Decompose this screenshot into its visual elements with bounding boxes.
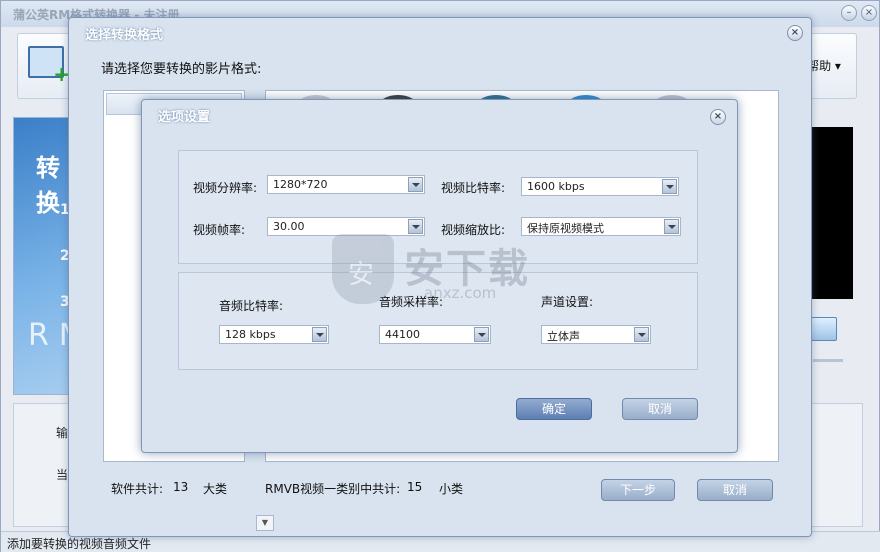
open-folder-icon[interactable]: [811, 317, 837, 341]
close-app-button[interactable]: ×: [861, 5, 877, 21]
chevron-down-icon[interactable]: [312, 327, 327, 342]
category-total-label: RMVB视频一类别中共计:: [265, 482, 401, 496]
software-total-label: 软件共计:: [111, 482, 164, 496]
options-dialog-close-button[interactable]: ×: [710, 109, 726, 125]
chevron-down-icon[interactable]: [474, 327, 489, 342]
chevron-down-icon[interactable]: [408, 177, 423, 192]
watermark: 安下载 anxz.com: [332, 234, 544, 304]
options-dialog-title: 选项设置: [158, 110, 211, 125]
audio-samplerate-select[interactable]: 44100: [379, 325, 491, 344]
video-framerate-value: 30.00: [273, 220, 305, 233]
chevron-down-icon[interactable]: [662, 179, 677, 194]
format-prompt: 请选择您要转换的影片格式:: [101, 62, 262, 77]
chevron-down-icon[interactable]: [408, 219, 423, 234]
video-resolution-label: 视频分辨率:: [193, 181, 258, 195]
video-bitrate-label: 视频比特率:: [441, 181, 506, 195]
audio-channel-select[interactable]: 立体声: [541, 325, 651, 344]
status-text: 添加要转换的视频音频文件: [7, 537, 152, 551]
software-total-count: 13: [173, 480, 189, 494]
chevron-down-icon[interactable]: [634, 327, 649, 342]
format-cancel-button[interactable]: 取消: [697, 479, 773, 501]
minimize-button[interactable]: –: [841, 5, 857, 21]
video-scale-select[interactable]: 保持原视频模式: [521, 217, 681, 236]
audio-bitrate-select[interactable]: 128 kbps: [219, 325, 329, 344]
video-framerate-label: 视频帧率:: [193, 223, 246, 237]
audio-samplerate-value: 44100: [385, 328, 420, 341]
watermark-shield-icon: [332, 234, 394, 304]
format-dialog-title: 选择转换格式: [85, 28, 164, 43]
watermark-sub: anxz.com: [424, 284, 497, 302]
add-video-icon[interactable]: [28, 46, 70, 86]
preview-panel: [809, 127, 853, 299]
video-bitrate-value: 1600 kbps: [527, 180, 585, 193]
video-bitrate-select[interactable]: 1600 kbps: [521, 177, 679, 196]
options-cancel-button[interactable]: 取消: [622, 398, 698, 420]
audio-bitrate-label: 音频比特率:: [219, 299, 284, 313]
video-resolution-value: 1280*720: [273, 178, 328, 191]
audio-bitrate-value: 128 kbps: [225, 328, 276, 341]
video-resolution-select[interactable]: 1280*720: [267, 175, 425, 194]
audio-channel-label: 声道设置:: [541, 295, 594, 309]
format-dialog-close-button[interactable]: ×: [787, 25, 803, 41]
chevron-down-icon[interactable]: [664, 219, 679, 234]
software-total-unit: 大类: [203, 482, 228, 496]
category-total-count: 15: [407, 480, 423, 494]
scroll-down-icon[interactable]: ▼: [256, 515, 274, 531]
category-total-unit: 小类: [439, 482, 464, 496]
next-step-button[interactable]: 下一步: [601, 479, 675, 501]
volume-slider[interactable]: [813, 359, 843, 362]
ok-button[interactable]: 确定: [516, 398, 592, 420]
audio-channel-value: 立体声: [547, 330, 580, 343]
